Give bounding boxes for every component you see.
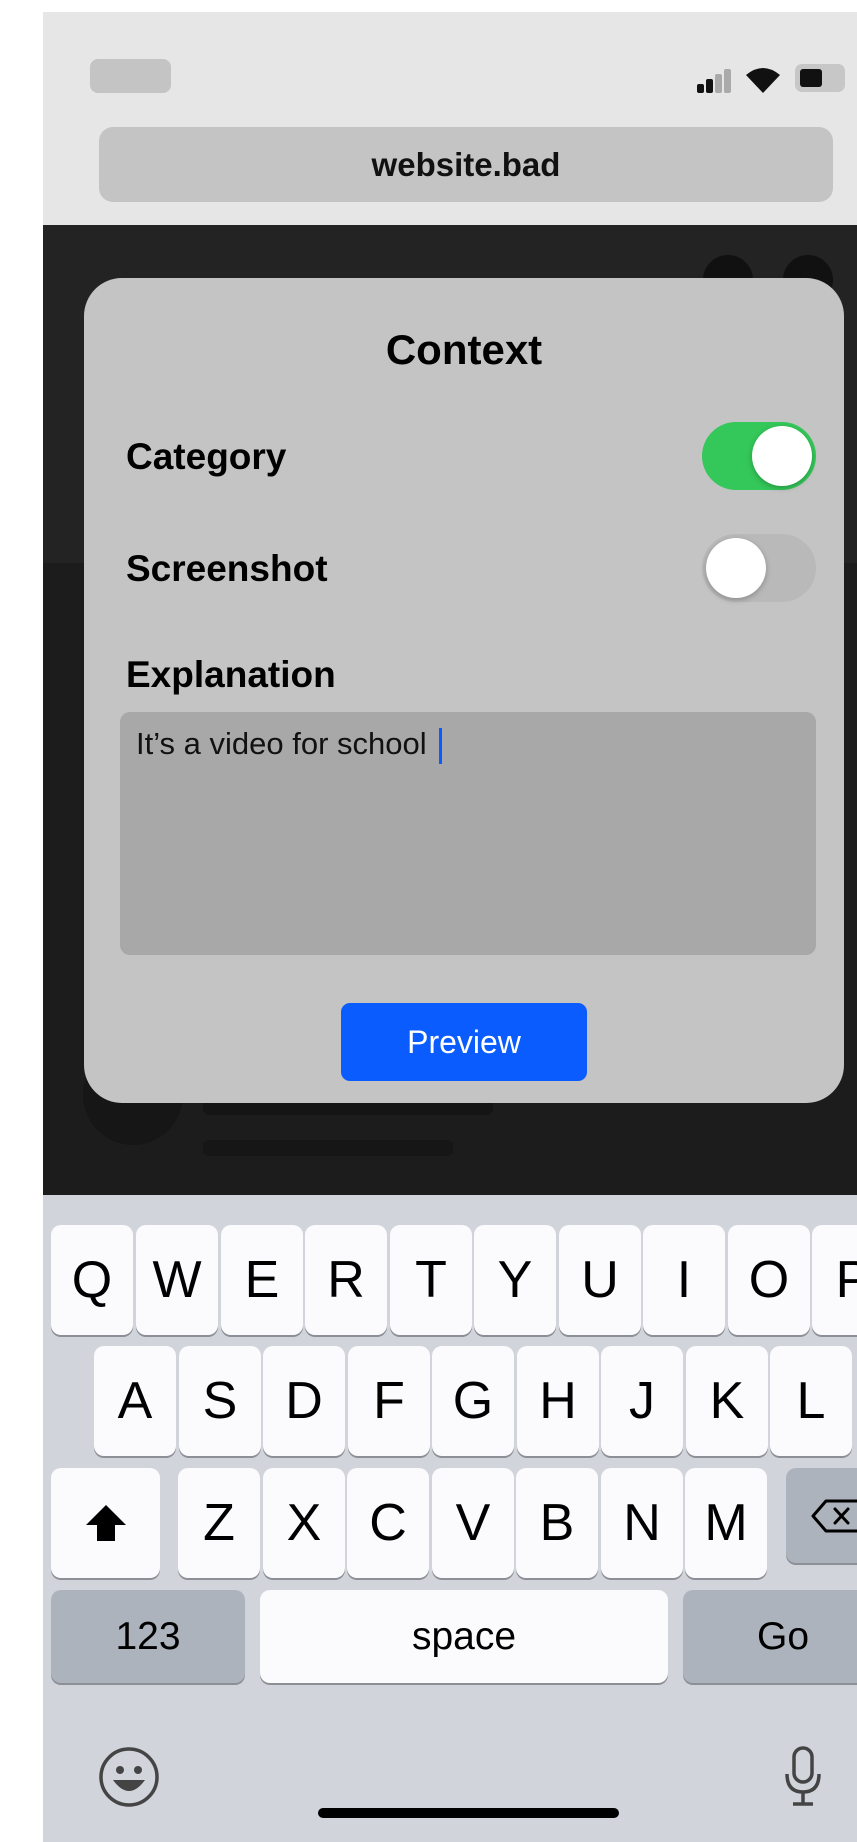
key-i[interactable]: I bbox=[643, 1225, 725, 1335]
category-label: Category bbox=[126, 436, 287, 477]
text-caret bbox=[438, 727, 442, 764]
preview-button[interactable]: Preview bbox=[341, 1003, 587, 1081]
toggle-knob bbox=[752, 426, 812, 486]
backspace-icon bbox=[811, 1499, 857, 1532]
context-dialog: Context Category Screenshot Explanation … bbox=[84, 278, 844, 1103]
battery-icon bbox=[795, 64, 845, 92]
key-h[interactable]: H bbox=[517, 1346, 599, 1456]
category-toggle[interactable] bbox=[702, 422, 816, 490]
key-z[interactable]: Z bbox=[178, 1468, 260, 1578]
key-o[interactable]: O bbox=[728, 1225, 810, 1335]
home-indicator bbox=[318, 1808, 619, 1818]
keyboard: Q W E R T Y U I O P A S D F G H J K L Z … bbox=[43, 1195, 857, 1842]
key-c[interactable]: C bbox=[347, 1468, 429, 1578]
backspace-key[interactable] bbox=[786, 1468, 857, 1563]
key-d[interactable]: D bbox=[263, 1346, 345, 1456]
shift-key[interactable] bbox=[51, 1468, 160, 1578]
key-p[interactable]: P bbox=[812, 1225, 857, 1335]
key-g[interactable]: G bbox=[432, 1346, 514, 1456]
url-bar[interactable]: website.bad bbox=[99, 127, 833, 202]
signal-icon bbox=[697, 69, 731, 93]
microphone-icon bbox=[785, 1746, 821, 1806]
key-a[interactable]: A bbox=[94, 1346, 176, 1456]
screenshot-toggle[interactable] bbox=[702, 534, 816, 602]
phone-screen: website.bad Context Category Screenshot … bbox=[43, 12, 857, 1842]
key-x[interactable]: X bbox=[263, 1468, 345, 1578]
numbers-key[interactable]: 123 bbox=[51, 1590, 245, 1683]
emoji-icon bbox=[99, 1747, 159, 1807]
url-text: website.bad bbox=[371, 145, 561, 183]
key-w[interactable]: W bbox=[136, 1225, 218, 1335]
key-j[interactable]: J bbox=[601, 1346, 683, 1456]
explanation-label: Explanation bbox=[126, 654, 336, 695]
shift-icon bbox=[85, 1505, 126, 1541]
dialog-title: Context bbox=[385, 326, 543, 373]
status-bar: website.bad bbox=[43, 12, 857, 225]
toggle-knob bbox=[706, 538, 766, 598]
key-b[interactable]: B bbox=[516, 1468, 598, 1578]
webpage-text-line bbox=[203, 1140, 453, 1156]
key-t[interactable]: T bbox=[390, 1225, 472, 1335]
key-n[interactable]: N bbox=[601, 1468, 683, 1578]
emoji-button[interactable] bbox=[98, 1746, 160, 1808]
space-key[interactable]: space bbox=[260, 1590, 668, 1683]
key-q[interactable]: Q bbox=[51, 1225, 133, 1335]
dictation-button[interactable] bbox=[783, 1746, 823, 1808]
key-e[interactable]: E bbox=[221, 1225, 303, 1335]
go-key[interactable]: Go bbox=[683, 1590, 857, 1683]
time-placeholder bbox=[90, 59, 171, 93]
key-m[interactable]: M bbox=[685, 1468, 767, 1578]
key-k[interactable]: K bbox=[686, 1346, 768, 1456]
key-v[interactable]: V bbox=[432, 1468, 514, 1578]
key-u[interactable]: U bbox=[559, 1225, 641, 1335]
key-r[interactable]: R bbox=[305, 1225, 387, 1335]
key-s[interactable]: S bbox=[179, 1346, 261, 1456]
wifi-icon bbox=[746, 68, 780, 93]
key-y[interactable]: Y bbox=[474, 1225, 556, 1335]
explanation-textarea[interactable]: It’s a video for school bbox=[120, 712, 816, 955]
explanation-text-line: It’s a video for school bbox=[136, 726, 442, 764]
explanation-value: It’s a video for school bbox=[136, 726, 427, 761]
key-f[interactable]: F bbox=[348, 1346, 430, 1456]
screenshot-label: Screenshot bbox=[126, 548, 328, 589]
key-l[interactable]: L bbox=[770, 1346, 852, 1456]
